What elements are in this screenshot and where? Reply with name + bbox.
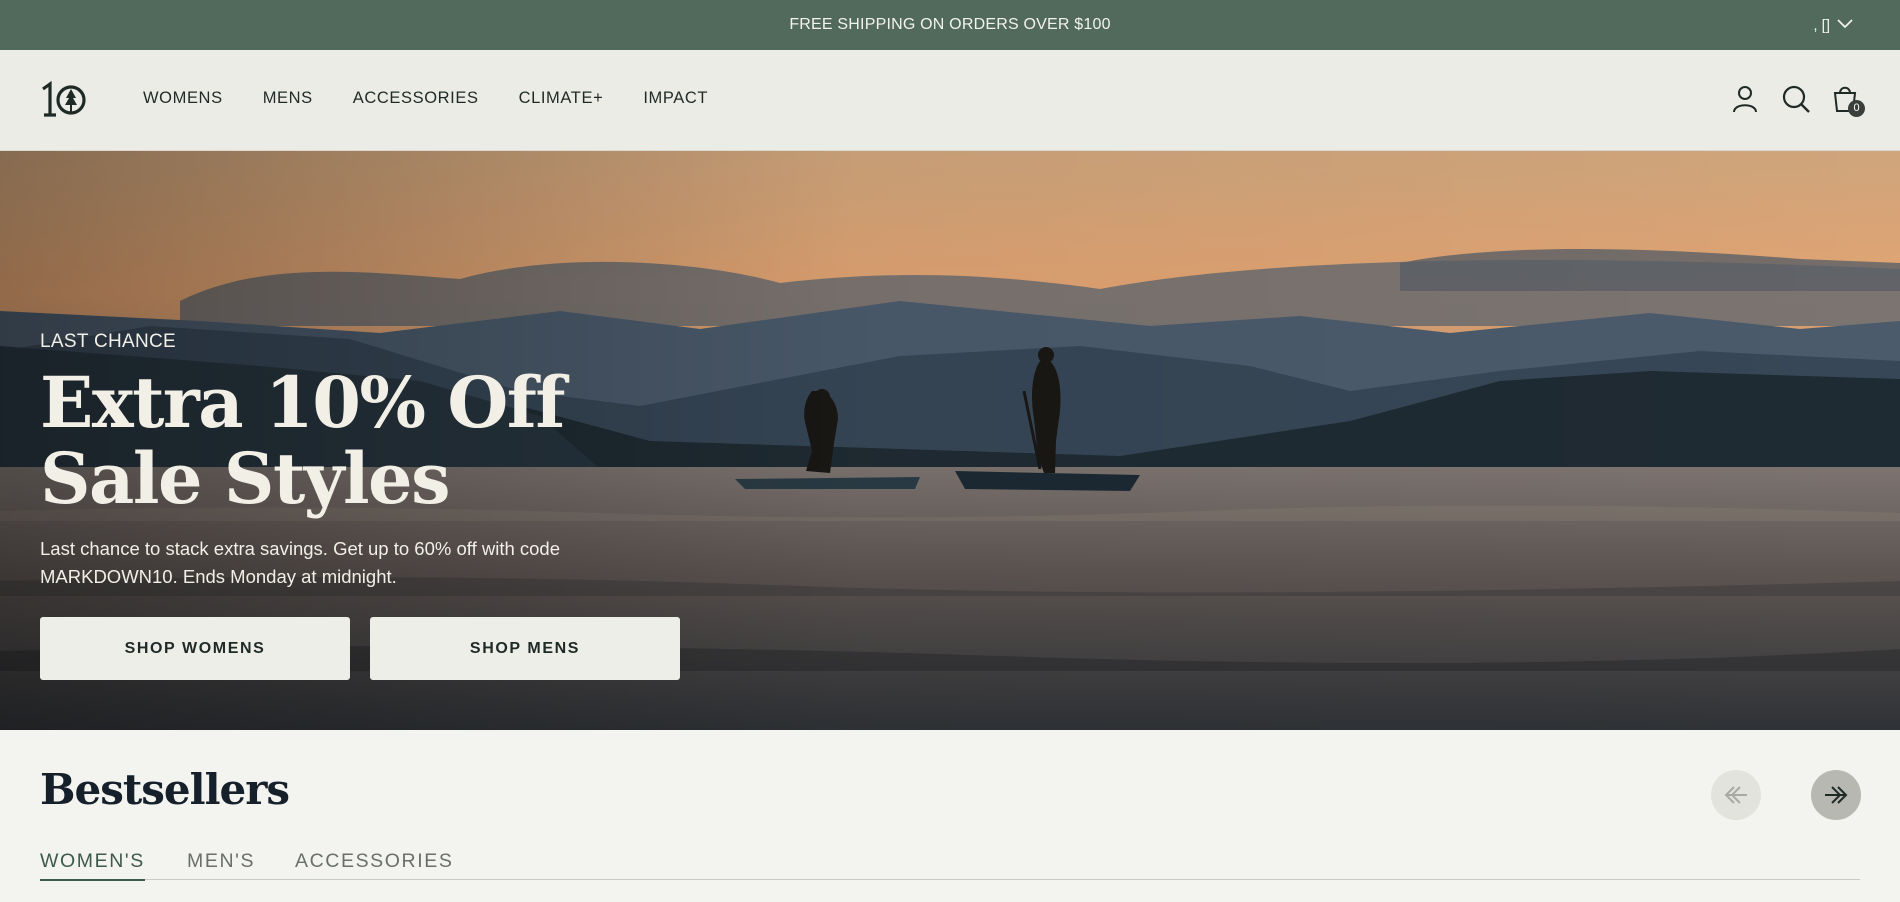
shop-womens-button[interactable]: SHOP WOMENS <box>40 617 350 680</box>
shop-mens-button[interactable]: SHOP MENS <box>370 617 680 680</box>
locale-label: , [] <box>1813 16 1830 34</box>
nav-impact[interactable]: IMPACT <box>643 89 708 108</box>
hero-banner: LAST CHANCE Extra 10% Off Sale Styles La… <box>0 151 1900 730</box>
tab-womens[interactable]: WOMEN'S <box>40 850 145 881</box>
announcement-text: FREE SHIPPING ON ORDERS OVER $100 <box>789 16 1111 33</box>
bestsellers-title: Bestsellers <box>40 765 290 814</box>
hero-eyebrow: LAST CHANCE <box>40 331 176 352</box>
arrow-right-icon <box>1825 786 1848 804</box>
nav-mens[interactable]: MENS <box>263 89 313 108</box>
arrow-left-icon <box>1724 786 1747 804</box>
nav-womens[interactable]: WOMENS <box>143 89 223 108</box>
search-icon[interactable] <box>1781 84 1811 114</box>
tab-accessories[interactable]: ACCESSORIES <box>295 850 453 879</box>
account-icon[interactable] <box>1730 84 1760 114</box>
cart-count-badge: 0 <box>1848 100 1865 117</box>
site-header: WOMENS MENS ACCESSORIES CLIMATE+ IMPACT … <box>0 50 1900 151</box>
brand-logo[interactable] <box>40 80 86 119</box>
nav-climate[interactable]: CLIMATE+ <box>519 89 604 108</box>
carousel-prev-button[interactable] <box>1711 770 1761 820</box>
tab-mens[interactable]: MEN'S <box>187 850 255 879</box>
locale-selector[interactable]: , [] <box>1813 14 1854 36</box>
announcement-bar: FREE SHIPPING ON ORDERS OVER $100 , [] <box>0 0 1900 50</box>
bestsellers-tabs: WOMEN'S MEN'S ACCESSORIES <box>40 850 1860 881</box>
nav-accessories[interactable]: ACCESSORIES <box>353 89 479 108</box>
cart-icon[interactable]: 0 <box>1831 84 1865 117</box>
carousel-next-button[interactable] <box>1811 770 1861 820</box>
hero-title: Extra 10% Off Sale Styles <box>40 361 566 520</box>
main-nav: WOMENS MENS ACCESSORIES CLIMATE+ IMPACT <box>143 89 748 108</box>
hero-description: Last chance to stack extra savings. Get … <box>40 538 561 587</box>
chevron-down-icon <box>1836 14 1854 36</box>
